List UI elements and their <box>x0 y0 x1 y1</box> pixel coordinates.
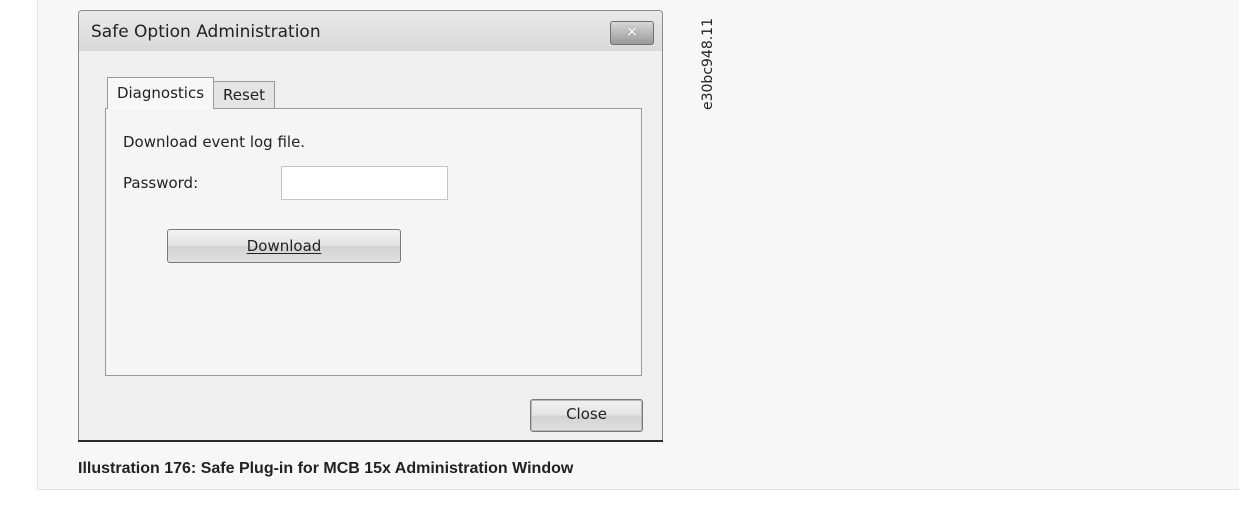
figure-id-label: e30bc948.11 <box>700 18 716 110</box>
download-button[interactable]: Download <box>167 229 401 263</box>
dialog-window: Safe Option Administration ✕ Diagnostics… <box>78 10 663 442</box>
password-label: Password: <box>123 174 199 192</box>
close-icon[interactable]: ✕ <box>610 21 654 45</box>
description-text: Download event log file. <box>123 133 306 151</box>
window-title: Safe Option Administration <box>91 22 321 42</box>
password-field[interactable] <box>281 166 448 200</box>
close-button[interactable]: Close <box>530 399 643 432</box>
figure-caption: Illustration 176: Safe Plug-in for MCB 1… <box>78 460 574 477</box>
download-button-label: Download <box>246 237 322 255</box>
title-bar: Safe Option Administration ✕ <box>79 11 662 51</box>
tab-diagnostics[interactable]: Diagnostics <box>107 77 214 109</box>
tab-reset[interactable]: Reset <box>213 81 275 109</box>
